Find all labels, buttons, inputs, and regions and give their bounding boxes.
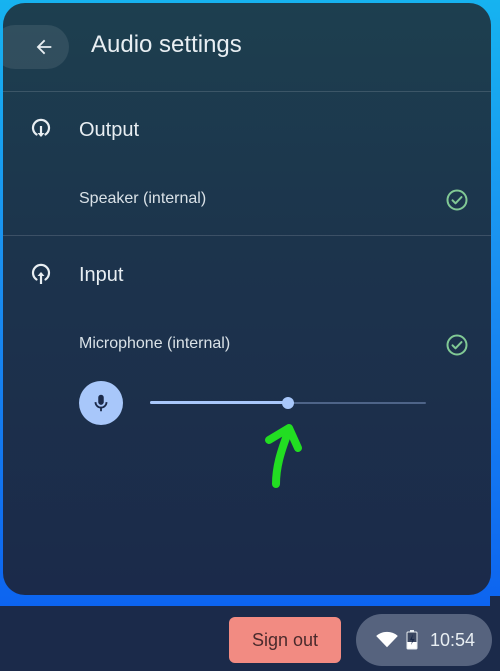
green-arrow-up-annotation [265, 424, 302, 488]
divider [3, 91, 491, 92]
status-tray[interactable]: 10:54 [356, 614, 492, 666]
check-circle-icon [446, 189, 468, 211]
input-gain-slider[interactable] [150, 393, 426, 413]
clock-time: 10:54 [430, 629, 476, 650]
wifi-icon [376, 631, 398, 648]
battery-charging-icon [406, 630, 418, 650]
slider-thumb[interactable] [282, 397, 294, 409]
audio-settings-panel: Audio settings Output Speaker (internal)… [3, 3, 491, 595]
input-section-title: Input [79, 264, 124, 286]
input-icon [31, 263, 51, 284]
device-label: Speaker (internal) [79, 190, 207, 207]
check-circle-icon [446, 334, 468, 356]
divider [3, 235, 491, 236]
header: Audio settings [3, 3, 491, 91]
input-device-microphone[interactable]: Microphone (internal) [3, 323, 491, 367]
arrow-left-icon [36, 39, 52, 55]
sign-out-button[interactable]: Sign out [229, 617, 341, 663]
output-device-speaker[interactable]: Speaker (internal) [3, 178, 491, 222]
back-button[interactable] [3, 25, 69, 69]
slider-fill [150, 401, 288, 404]
device-label: Microphone (internal) [79, 335, 231, 352]
page-title: Audio settings [91, 31, 242, 58]
microphone-icon [94, 394, 108, 412]
output-icon [31, 118, 51, 137]
output-section-title: Output [79, 119, 140, 141]
shelf-edge [490, 596, 500, 671]
mute-microphone-button[interactable] [79, 381, 123, 425]
